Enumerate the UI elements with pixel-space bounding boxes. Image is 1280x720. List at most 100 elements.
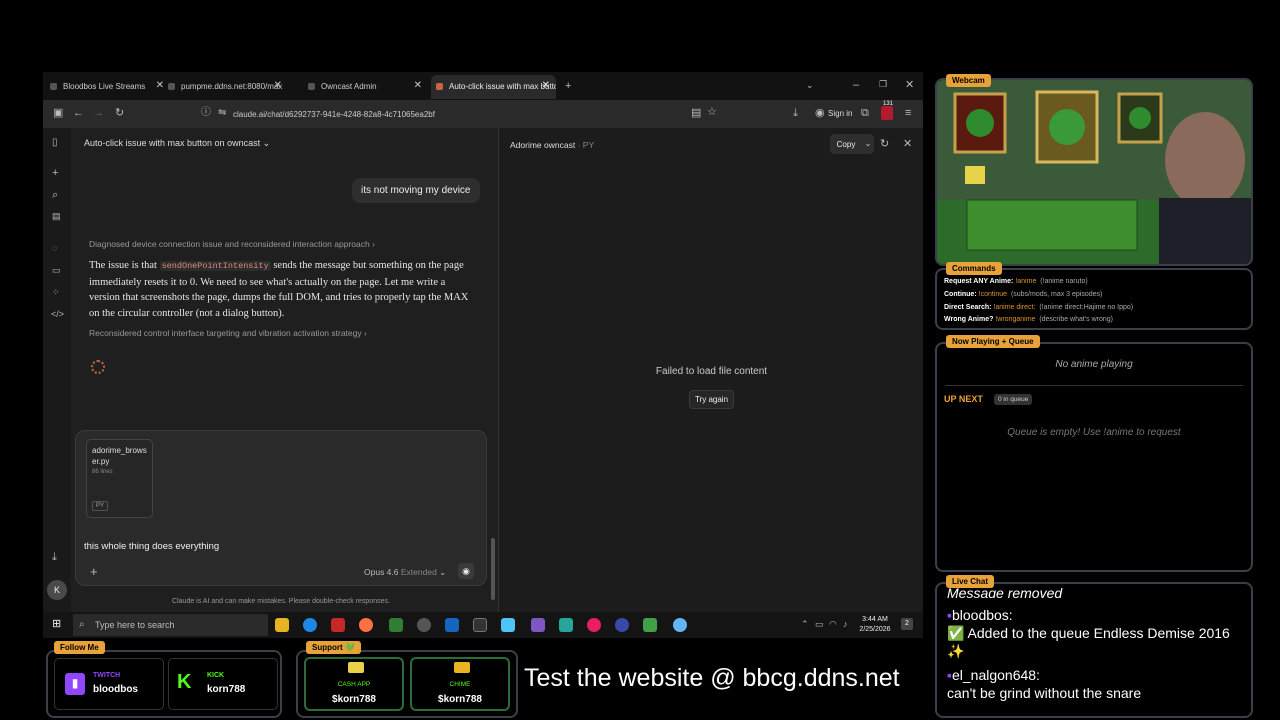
copy-button[interactable]: Copy: [830, 134, 862, 154]
notification-icon[interactable]: 2: [901, 618, 913, 630]
taskbar-search[interactable]: ⌕ Type here to search: [73, 614, 268, 636]
tab-bloodbos-streams[interactable]: Bloodbos Live Streams ✕: [45, 75, 170, 99]
chat-title[interactable]: Auto-click issue with max button on ownc…: [84, 138, 270, 149]
kick-platform: KICK: [207, 672, 225, 679]
chime-platform: CHIME: [449, 681, 471, 688]
taskbar-clock[interactable]: 3:44 AM 2/25/2026: [855, 615, 895, 635]
thinking-summary-1[interactable]: Diagnosed device connection issue and re…: [89, 239, 375, 249]
app-icon[interactable]: [389, 618, 403, 632]
account-icon[interactable]: ◉: [815, 108, 825, 119]
app-icon[interactable]: [331, 618, 345, 632]
app-icon[interactable]: [531, 618, 545, 632]
projects-icon[interactable]: ▤: [52, 212, 61, 221]
app-icon[interactable]: [587, 618, 601, 632]
model-selector[interactable]: Opus 4.6 Extended ⌄: [364, 567, 446, 578]
response-text: The issue is that: [89, 260, 160, 271]
maximize-icon[interactable]: ❐: [879, 80, 887, 89]
chat-scrollbar[interactable]: [491, 538, 495, 600]
download-icon[interactable]: ⤓: [793, 108, 798, 119]
new-chat-icon[interactable]: +: [52, 168, 58, 179]
chrome-icon[interactable]: [673, 618, 687, 632]
close-tab-icon[interactable]: ✕: [274, 80, 282, 91]
command-name: Request ANY Anime:: [944, 278, 1014, 285]
reader-icon[interactable]: ▤: [691, 108, 701, 119]
volume-icon[interactable]: ♪: [843, 620, 848, 629]
error-message: Failed to load file content: [655, 366, 768, 377]
extensions-icon[interactable]: ⧉: [861, 108, 869, 119]
clock-date: 2/25/2026: [859, 626, 891, 633]
close-tab-icon[interactable]: ✕: [414, 80, 422, 91]
file-explorer-icon[interactable]: [275, 618, 289, 632]
close-window-icon[interactable]: ✕: [905, 80, 914, 91]
voice-mode-icon[interactable]: ◉: [458, 563, 474, 579]
windows-start-icon[interactable]: ⊞: [52, 619, 61, 630]
thinking-summary-2[interactable]: Reconsidered control interface targeting…: [89, 328, 367, 338]
thinking-text: Reconsidered control interface targeting…: [89, 328, 362, 338]
forward-icon[interactable]: →: [93, 108, 104, 119]
url-field[interactable]: claude.ai/chat/d6292737-941e-4248-82a8-4…: [233, 104, 753, 124]
search-icon: ⌕: [79, 619, 85, 630]
model-mode: Extended: [400, 567, 437, 577]
add-attachment-icon[interactable]: +: [90, 565, 98, 578]
inline-code: sendOnePointIntensity: [159, 261, 271, 271]
app-icon[interactable]: [615, 618, 629, 632]
chats-icon[interactable]: ◌: [52, 244, 57, 253]
code-icon[interactable]: </>: [51, 310, 64, 319]
tab-auto-click[interactable]: Auto-click issue with max button ✕: [431, 75, 556, 99]
kick-card[interactable]: K KICK korn788: [168, 658, 278, 710]
app-icon[interactable]: [445, 618, 459, 632]
command-hint: (subs/mods, max 3 episodes): [1010, 290, 1103, 298]
app-icon[interactable]: [501, 618, 515, 632]
cashapp-handle: $korn788: [332, 694, 376, 705]
close-artifact-icon[interactable]: ✕: [903, 139, 912, 150]
artifacts-icon[interactable]: ▭: [52, 266, 61, 275]
now-playing-panel: No anime playing UP NEXT 0 in queue Queu…: [935, 342, 1253, 572]
twitch-card[interactable]: ▮ TWITCH bloodbos: [54, 658, 164, 710]
cashapp-platform: CASH APP: [337, 681, 371, 688]
tab-pumpme[interactable]: pumpme.ddns.net:8080/max ✕: [163, 75, 288, 99]
close-tab-icon[interactable]: ✕: [542, 80, 550, 91]
cashapp-card[interactable]: CASH APP $korn788: [304, 657, 404, 711]
extension-badge-icon[interactable]: [881, 106, 893, 120]
app-icon[interactable]: [643, 618, 657, 632]
back-icon[interactable]: ←: [73, 108, 84, 119]
tab-list-icon[interactable]: ⌄: [806, 81, 814, 90]
avatar[interactable]: K: [47, 580, 67, 600]
terminal-icon[interactable]: [473, 618, 487, 632]
file-attachment-card[interactable]: adorime_browser.py 86 lines PY: [86, 439, 153, 518]
apps-icon[interactable]: ⁘: [52, 288, 60, 297]
menu-icon[interactable]: ≡: [905, 108, 911, 119]
chat-message: ▪el_nalgon648:: [947, 666, 1241, 684]
up-next-heading: UP NEXT: [944, 394, 983, 404]
sidebar-icon[interactable]: ▣: [53, 108, 63, 119]
tab-owncast-admin[interactable]: Owncast Admin ✕: [303, 75, 428, 99]
chime-card[interactable]: CHIME $korn788: [410, 657, 510, 711]
new-tab-icon[interactable]: +: [565, 81, 571, 92]
network-icon[interactable]: ◠: [829, 620, 837, 629]
try-again-button[interactable]: Try again: [689, 390, 734, 409]
tray-chevron-icon[interactable]: ⌃: [801, 620, 809, 629]
lock-icon[interactable]: ⇋: [218, 108, 226, 118]
search-icon[interactable]: ⌕: [52, 190, 58, 201]
battery-icon[interactable]: ▭: [815, 620, 824, 629]
tab-label: Bloodbos Live Streams: [63, 82, 146, 91]
minimize-icon[interactable]: –: [853, 80, 859, 91]
reload-icon[interactable]: ↻: [115, 108, 124, 119]
app-icon[interactable]: [559, 618, 573, 632]
sign-in-button[interactable]: Sign in: [828, 109, 852, 118]
message-input[interactable]: this whole thing does everything: [84, 541, 219, 552]
taskbar-search-placeholder: Type here to search: [95, 620, 175, 630]
loading-spinner-icon: [91, 360, 105, 374]
firefox-icon[interactable]: [359, 618, 373, 632]
tab-strip: Bloodbos Live Streams ✕ pumpme.ddns.net:8…: [43, 72, 923, 100]
webcam-label: Webcam: [946, 74, 991, 87]
support-panel: CASH APP $korn788 CHIME $korn788: [296, 650, 518, 718]
refresh-icon[interactable]: ↻: [880, 139, 889, 150]
copy-options-chevron-icon[interactable]: ⌄: [862, 134, 874, 154]
bookmark-icon[interactable]: ☆: [707, 107, 717, 118]
obs-icon[interactable]: [417, 618, 431, 632]
download-app-icon[interactable]: ⤓: [52, 552, 57, 563]
edge-icon[interactable]: [303, 618, 317, 632]
site-info-icon[interactable]: ⓘ: [201, 108, 211, 118]
sidebar-toggle-icon[interactable]: ▯: [52, 138, 58, 148]
